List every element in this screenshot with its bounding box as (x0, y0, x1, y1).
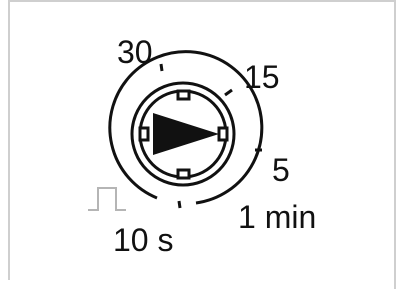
label-5: 5 (272, 152, 290, 188)
label-10-s: 10 s (113, 222, 173, 258)
pulse-icon (88, 187, 126, 211)
timer-dial-diagram: 30 15 5 1 min 10 s (88, 34, 316, 258)
label-15: 15 (244, 59, 280, 95)
knob-notch-bottom (176, 168, 191, 180)
scale-tick (224, 88, 233, 97)
scale-tick (177, 200, 182, 209)
pointer-arrow-icon (153, 113, 219, 155)
label-30: 30 (117, 34, 153, 70)
knob-notch-left (138, 126, 150, 142)
label-1-min: 1 min (238, 199, 316, 235)
scale-tick (159, 63, 164, 72)
knob-notch-top (176, 89, 191, 101)
knob-notch-right (217, 126, 229, 142)
